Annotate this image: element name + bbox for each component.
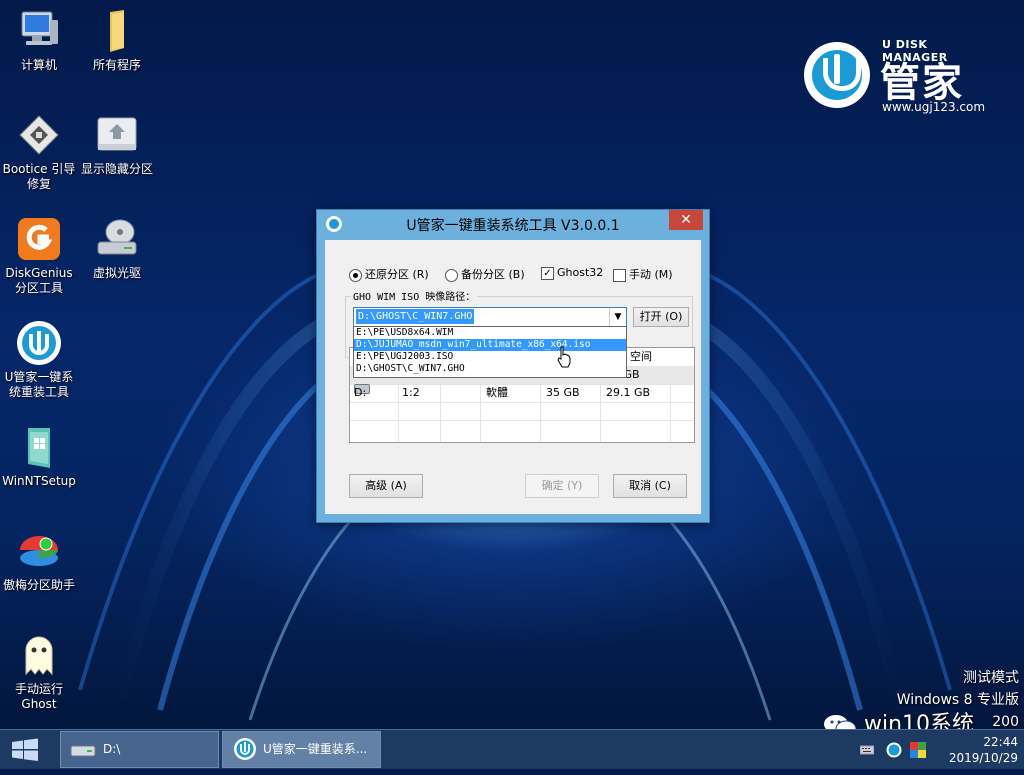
desktop-icon-winntsetup[interactable]: WinNTSetup xyxy=(0,424,78,489)
computer-icon xyxy=(16,8,62,54)
show-hidden-partition-icon xyxy=(94,112,140,158)
test-mode-label: 测试模式 xyxy=(963,670,1019,686)
dropdown-item[interactable]: E:\PE\USD8x64.WIM xyxy=(354,327,626,339)
ghost32-checkbox[interactable]: ✓ Ghost32 xyxy=(541,266,603,280)
volume-free: 29.1 GB xyxy=(606,386,651,399)
dropdown-item-highlighted[interactable]: D:\JUJUMAO_msdn_win7_ultimate_x86_x64.is… xyxy=(354,339,626,351)
desktop-icon-all-programs[interactable]: 所有程序 xyxy=(78,8,156,73)
chevron-down-icon[interactable]: ▼ xyxy=(609,308,626,326)
desktop-icon-bootice[interactable]: Bootice 引导 修复 xyxy=(0,112,78,192)
clock[interactable]: 22:44 2019/10/29 xyxy=(932,734,1018,766)
manual-checkbox[interactable]: 手动 (M) xyxy=(613,266,673,282)
icon-label: 虚拟光驱 xyxy=(92,266,141,280)
manual-label: 手动 (M) xyxy=(629,268,673,281)
dialog-client: 还原分区 (R) 备份分区 (B) ✓ Ghost32 手动 (M) GHO WI… xyxy=(325,240,701,514)
bootice-icon xyxy=(16,112,62,158)
windows-logo-icon xyxy=(12,738,38,761)
volume-size: 35 GB xyxy=(546,386,580,399)
folder-icon xyxy=(94,8,140,54)
icon-label: 计算机 xyxy=(20,58,57,72)
cancel-button[interactable]: 取消 (C) xyxy=(613,474,687,498)
table-row[interactable]: D: 1:2 軟體 35 GB 29.1 GB xyxy=(350,384,694,402)
icon-label: Bootice 引导 修复 xyxy=(2,162,76,191)
dropdown-item[interactable]: D:\GHOST\C_WIN7.GHO xyxy=(354,363,626,375)
header-free-space: 空间 xyxy=(630,350,652,363)
ghost32-label: Ghost32 xyxy=(557,266,604,279)
taskbar: D:\ U管家一键重装系... 22:44 2019/10/29 xyxy=(0,729,1024,769)
dialog-title: U管家一键重装系统工具 V3.0.0.1 xyxy=(406,218,620,234)
open-button[interactable]: 打开 (O) xyxy=(633,307,689,327)
restore-partition-radio[interactable]: 还原分区 (R) xyxy=(349,266,429,282)
icon-label: 所有程序 xyxy=(92,58,141,72)
keyboard-icon[interactable] xyxy=(859,742,875,756)
reinstall-tool-dialog: U管家一键重装系统工具 V3.0.0.1 ✕ 还原分区 (R) 备份分区 (B)… xyxy=(316,209,710,523)
checkbox-checked-icon: ✓ xyxy=(541,266,554,280)
aomei-partition-icon xyxy=(16,528,62,574)
image-path-dropdown-list[interactable]: E:\PE\USD8x64.WIM D:\JUJUMAO_msdn_win7_u… xyxy=(353,326,627,378)
drive-letter: D: xyxy=(354,386,367,399)
desktop-icon-ghost[interactable]: 手动运行 Ghost xyxy=(0,632,78,712)
taskbar-item-label: D:\ xyxy=(103,742,121,756)
volume-fs: 軟體 xyxy=(486,386,508,399)
partition-number: 1:2 xyxy=(402,386,420,399)
backup-partition-radio[interactable]: 备份分区 (B) xyxy=(445,266,525,282)
taskbar-item-drive-d[interactable]: D:\ xyxy=(60,731,219,768)
diskgenius-icon xyxy=(16,216,62,262)
ujj-app-icon xyxy=(233,737,257,775)
icon-label: 傲梅分区助手 xyxy=(2,578,75,592)
u-disk-manager-logo: U DISK MANAGER 管家 www.ugj123.com xyxy=(800,38,990,118)
taskbar-item-label: U管家一键重装系... xyxy=(263,742,368,756)
row-divider xyxy=(350,420,694,421)
winntsetup-icon xyxy=(16,424,62,470)
radio-selected-icon xyxy=(349,268,362,282)
ghost-icon xyxy=(16,632,62,678)
icon-label: WinNTSetup xyxy=(2,474,76,488)
dialog-titlebar[interactable]: U管家一键重装系统工具 V3.0.0.1 ✕ xyxy=(317,210,709,240)
desktop-icon-ujj-reinstall[interactable]: U管家一键系 统重装工具 xyxy=(0,320,78,400)
image-path-combobox[interactable]: D:\GHOST\C_WIN7.GHO ▼ xyxy=(353,307,627,327)
dropdown-item[interactable]: E:\PE\UGJ2003.ISO xyxy=(354,351,626,363)
logo-url: www.ugj123.com xyxy=(882,100,986,114)
clock-time: 22:44 xyxy=(983,735,1018,749)
desktop-icon-computer[interactable]: 计算机 xyxy=(0,8,78,73)
desktop-icon-aomei-partition[interactable]: 傲梅分区助手 xyxy=(0,528,78,593)
display-icon[interactable] xyxy=(910,742,926,758)
backup-label: 备份分区 (B) xyxy=(461,268,525,281)
ok-button[interactable]: 确定 (Y) xyxy=(525,474,599,498)
logo-bar xyxy=(834,54,840,84)
restore-label: 还原分区 (R) xyxy=(365,268,429,281)
ujj-reinstall-icon xyxy=(16,320,62,366)
radio-icon xyxy=(445,268,458,282)
desktop-icon-diskgenius[interactable]: DiskGenius 分区工具 xyxy=(0,216,78,296)
desktop-icon-show-hidden-partition[interactable]: 显示隐藏分区 xyxy=(78,112,156,177)
icon-label: 显示隐藏分区 xyxy=(80,162,153,176)
row-divider xyxy=(350,402,694,403)
mouse-pointer-icon xyxy=(557,346,571,368)
start-button[interactable] xyxy=(10,738,40,762)
ujj-tray-icon[interactable] xyxy=(886,742,902,758)
virtual-drive-icon xyxy=(94,216,140,262)
icon-label: 手动运行 Ghost xyxy=(14,682,63,711)
drive-icon xyxy=(69,739,97,774)
icon-label: U管家一键系 统重装工具 xyxy=(4,370,74,399)
clock-date: 2019/10/29 xyxy=(948,751,1018,765)
icon-label: DiskGenius 分区工具 xyxy=(5,266,73,295)
close-button[interactable]: ✕ xyxy=(669,210,703,230)
desktop-icon-virtual-drive[interactable]: 虚拟光驱 xyxy=(78,216,156,281)
advanced-button[interactable]: 高级 (A) xyxy=(349,474,423,498)
image-path-value: D:\GHOST\C_WIN7.GHO xyxy=(356,309,475,324)
logo-u-mark xyxy=(823,58,861,91)
taskbar-item-reinstall-tool[interactable]: U管家一键重装系... xyxy=(222,731,381,768)
image-path-label: GHO WIM ISO 映像路径： xyxy=(351,288,478,303)
checkbox-icon xyxy=(613,268,626,282)
